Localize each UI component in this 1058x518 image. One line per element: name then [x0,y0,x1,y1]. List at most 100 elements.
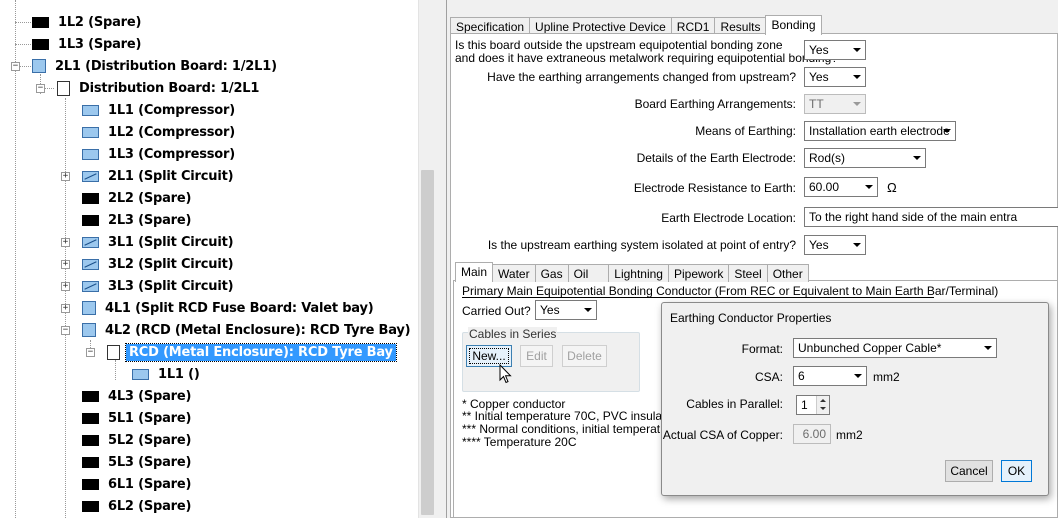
isolated-select[interactable]: Yes [804,235,866,255]
tree-item[interactable]: 3L1 (Split Circuit) [82,231,236,253]
board-icon [57,80,70,96]
csa-label: CSA: [754,370,783,384]
tree-item[interactable]: 1L2 (Spare) [32,11,144,33]
cables-in-series-label: Cables in Series [468,327,558,341]
subtab-oil[interactable]: Oil [567,264,610,282]
cables-in-parallel-label: Cables in Parallel: [686,397,783,411]
chevron-down-icon [853,102,861,106]
expand-toggle[interactable]: + [61,304,70,313]
actual-csa-label: Actual CSA of Copper: [662,428,783,442]
q1-label-line2: and does it have extraneous metalwork re… [455,51,838,65]
format-select[interactable]: Unbunched Copper Cable* [793,338,997,358]
chevron-down-icon [865,185,873,189]
spin-up-icon[interactable] [820,399,826,402]
chevron-down-icon [984,346,992,350]
means-of-earthing-select[interactable]: Installation earth electrode [804,121,956,141]
cancel-button[interactable]: Cancel [945,460,993,482]
electrode-location-input[interactable]: To the right hand side of the main entra [804,207,1058,227]
actual-csa-value: 6.00 [793,424,831,444]
collapse-toggle[interactable]: − [36,84,45,93]
chevron-down-icon [853,48,861,52]
electrode-resistance-input[interactable]: 60.00 [804,177,878,197]
q1-label-line1: Is this board outside the upstream equip… [455,38,783,52]
earthing-changed-select[interactable]: Yes [804,67,866,87]
header-underline [462,297,934,298]
tree-item[interactable]: 1L2 (Compressor) [82,121,238,143]
spare-circuit-icon [82,192,99,204]
csa-unit: mm2 [873,370,900,384]
circuit-icon [82,126,99,138]
split-circuit-icon [82,280,99,292]
tree-item[interactable]: 3L2 (Split Circuit) [82,253,236,275]
spare-circuit-icon [82,456,99,468]
tree-item[interactable]: 2L2 (Spare) [82,187,194,209]
tree-item[interactable]: 6L1 (Spare) [82,473,194,495]
subtab-pipework[interactable]: Pipework [667,264,730,282]
electrode-resistance-label: Electrode Resistance to Earth: [633,181,796,195]
spare-circuit-icon [82,500,99,512]
bonding-zone-select[interactable]: Yes [804,40,866,60]
collapse-toggle[interactable]: − [61,326,70,335]
circuit-icon [132,368,149,380]
tree-item[interactable]: 4L2 (RCD (Metal Enclosure): RCD Tyre Bay… [82,319,413,341]
tree-item[interactable]: 1L1 (Compressor) [82,99,238,121]
chevron-down-icon [913,156,921,160]
board-icon [107,344,120,360]
parallel-spinner[interactable] [816,396,829,414]
actual-csa-unit: mm2 [836,428,863,442]
tree-item[interactable]: 2L1 (Distribution Board: 1/2L1) [32,55,280,77]
ok-button[interactable]: OK [1001,460,1032,482]
tree-item[interactable]: Distribution Board: 1/2L1 [57,77,262,99]
expand-toggle[interactable]: + [61,260,70,269]
board-earthing-select: TT [804,94,866,114]
tree-item[interactable]: 4L3 (Spare) [82,385,194,407]
csa-select[interactable]: 6 [793,366,867,386]
collapse-toggle[interactable]: − [11,62,20,71]
spare-circuit-icon [82,214,99,226]
tree-item[interactable]: 3L3 (Split Circuit) [82,275,236,297]
circuit-tree[interactable]: − − + + + + + − − 1L2 (Spare) 1L3 (Spare… [0,0,418,518]
tree-scrollbar[interactable] [418,0,435,518]
scrollbar-thumb[interactable] [421,170,434,515]
earth-electrode-details-select[interactable]: Rod(s) [804,148,926,168]
collapse-toggle[interactable]: − [86,348,95,357]
tree-item-selected[interactable]: RCD (Metal Enclosure): RCD Tyre Bay [107,341,397,363]
tree-item[interactable]: 5L1 (Spare) [82,407,194,429]
expand-toggle[interactable]: + [61,282,70,291]
distribution-board-icon [32,59,46,73]
spin-down-icon[interactable] [820,407,826,410]
expand-toggle[interactable]: + [61,172,70,181]
subtab-gas[interactable]: Gas [534,264,569,282]
subtab-lightning[interactable]: Lightning [608,264,669,282]
subtab-other[interactable]: Other [766,264,809,282]
tree-item[interactable]: 2L3 (Spare) [82,209,194,231]
format-label: Format: [741,342,783,356]
tree-item[interactable]: 1L3 (Spare) [32,33,144,55]
main-tabs: Specification Upline Protective Device R… [450,15,822,35]
tab-bonding[interactable]: Bonding [765,15,822,35]
carried-out-select[interactable]: Yes [535,300,597,320]
spare-circuit-icon [82,412,99,424]
tree-item[interactable]: 2L1 (Split Circuit) [82,165,236,187]
board-earthing-label: Board Earthing Arrangements: [634,97,796,111]
means-of-earthing-label: Means of Earthing: [695,124,796,138]
subtab-main[interactable]: Main [455,262,494,282]
spare-circuit-icon [32,16,49,28]
split-circuit-icon [82,236,99,248]
edit-cable-button: Edit [520,345,553,367]
subtab-steel[interactable]: Steel [728,264,768,282]
subtab-water[interactable]: Water [492,264,536,282]
chevron-down-icon [943,129,951,133]
tree-item[interactable]: 4L1 (Split RCD Fuse Board: Valet bay) [82,297,376,319]
mouse-cursor-icon [499,364,512,384]
splitter[interactable] [435,0,446,518]
tree-item[interactable]: 5L3 (Spare) [82,451,194,473]
tree-item[interactable]: 1L3 (Compressor) [82,143,238,165]
expand-toggle[interactable]: + [61,238,70,247]
circuit-icon [82,148,99,160]
electrode-location-label: Earth Electrode Location: [661,211,796,225]
tree-item[interactable]: 6L2 (Spare) [82,495,194,517]
tree-item[interactable]: 1L1 () [132,363,203,385]
spare-circuit-icon [32,38,49,50]
tree-item[interactable]: 5L2 (Spare) [82,429,194,451]
